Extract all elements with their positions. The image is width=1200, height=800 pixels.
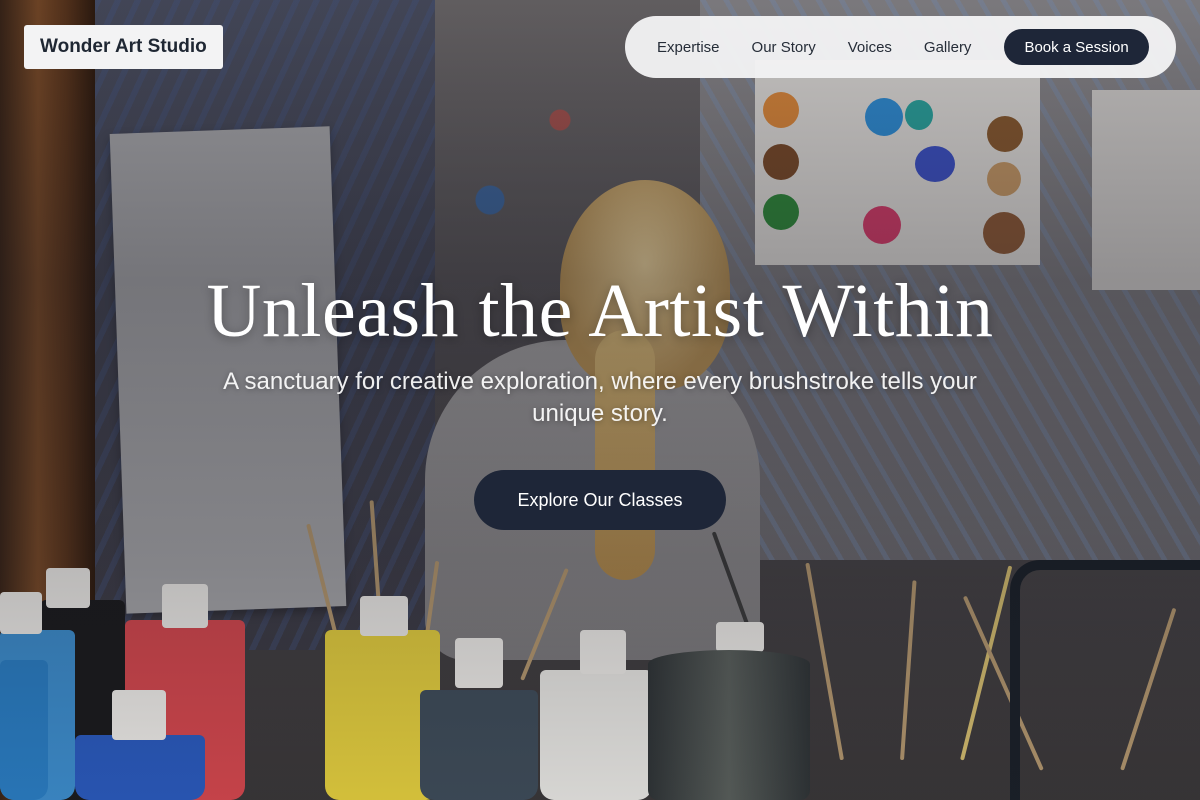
nav-link-gallery[interactable]: Gallery <box>924 39 972 56</box>
nav-link-voices[interactable]: Voices <box>848 39 892 56</box>
hero-title: Unleash the Artist Within <box>206 269 994 353</box>
brand-logo[interactable]: Wonder Art Studio <box>24 25 223 69</box>
nav-link-expertise[interactable]: Expertise <box>657 39 720 56</box>
main-nav: Expertise Our Story Voices Gallery Book … <box>625 16 1176 78</box>
nav-link-our-story[interactable]: Our Story <box>752 39 816 56</box>
book-session-button[interactable]: Book a Session <box>1004 29 1149 65</box>
explore-classes-button[interactable]: Explore Our Classes <box>474 470 726 530</box>
hero-subtitle: A sanctuary for creative exploration, wh… <box>223 368 977 427</box>
